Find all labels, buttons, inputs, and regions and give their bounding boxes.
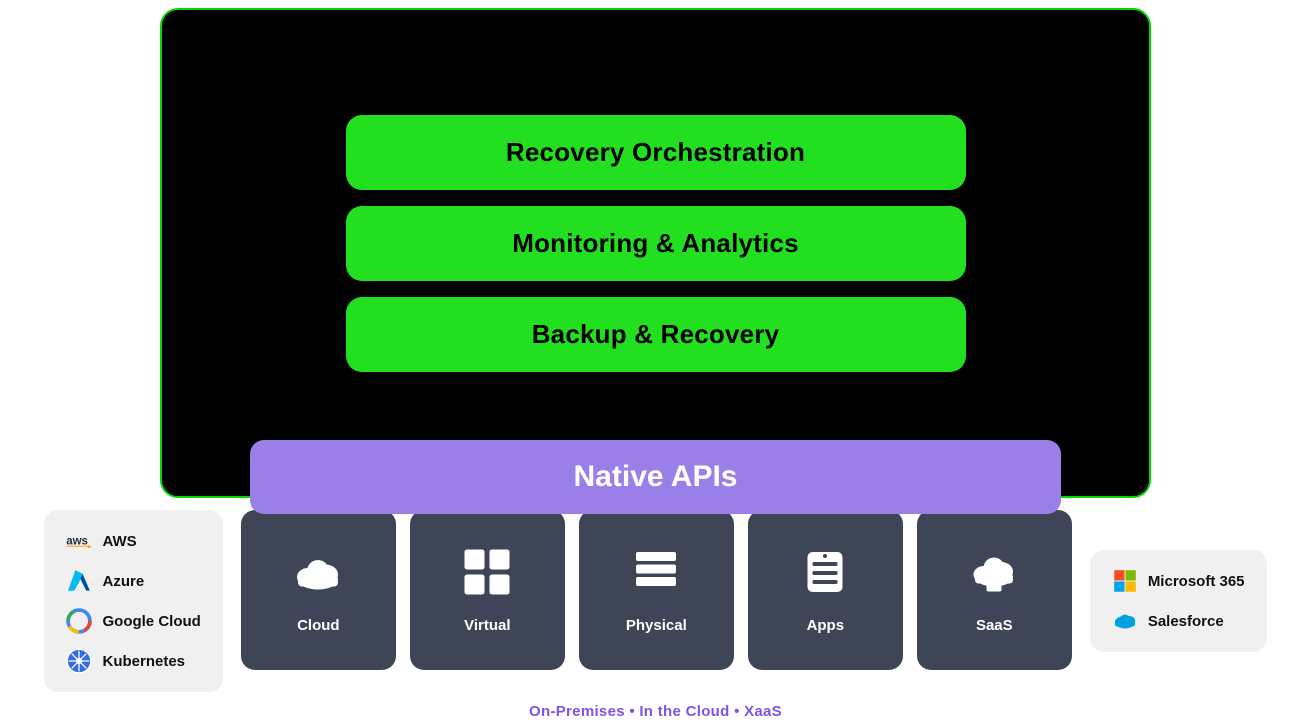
salesforce-row: Salesforce [1112, 608, 1245, 634]
physical-icon [631, 547, 681, 607]
main-container: Recovery Orchestration Monitoring & Anal… [0, 0, 1311, 728]
microsoft365-label: Microsoft 365 [1148, 573, 1245, 590]
aws-icon: aws [66, 528, 92, 554]
apps-tile: Apps [748, 510, 903, 670]
recovery-orchestration-label: Recovery Orchestration [506, 137, 805, 167]
virtual-label: Virtual [464, 617, 510, 634]
azure-label: Azure [102, 573, 144, 590]
kubernetes-row: Kubernetes [66, 648, 200, 674]
microsoft365-icon [1112, 568, 1138, 594]
tiles-row: Cloud Virtual [241, 510, 1072, 670]
aws-label: AWS [102, 533, 136, 550]
left-providers-panel: aws AWS Azure [44, 510, 222, 692]
physical-label: Physical [626, 617, 687, 634]
backup-recovery-pill: Backup & Recovery [346, 297, 966, 372]
google-cloud-row: Google Cloud [66, 608, 200, 634]
apps-label: Apps [807, 617, 845, 634]
right-partners-panel: Microsoft 365 Salesforce [1090, 550, 1267, 652]
apps-icon [800, 547, 850, 607]
footer-text-label: On-Premises • In the Cloud • XaaS [529, 703, 782, 720]
virtual-tile: Virtual [410, 510, 565, 670]
kubernetes-label: Kubernetes [102, 653, 185, 670]
bottom-section: aws AWS Azure [0, 510, 1311, 692]
aws-row: aws AWS [66, 528, 200, 554]
physical-tile: Physical [579, 510, 734, 670]
saas-icon [969, 547, 1019, 607]
virtual-icon [462, 547, 512, 607]
salesforce-icon [1112, 608, 1138, 634]
azure-icon [66, 568, 92, 594]
salesforce-label: Salesforce [1148, 613, 1224, 630]
google-cloud-icon [66, 608, 92, 634]
monitoring-analytics-pill: Monitoring & Analytics [346, 206, 966, 281]
recovery-orchestration-pill: Recovery Orchestration [346, 115, 966, 190]
svg-text:aws: aws [67, 536, 89, 548]
saas-tile: SaaS [917, 510, 1072, 670]
cloud-icon [293, 547, 343, 607]
cloud-tile: Cloud [241, 510, 396, 670]
platform-box: Recovery Orchestration Monitoring & Anal… [160, 8, 1151, 498]
microsoft365-row: Microsoft 365 [1112, 568, 1245, 594]
kubernetes-icon [66, 648, 92, 674]
saas-label: SaaS [976, 617, 1013, 634]
cloud-label: Cloud [297, 617, 340, 634]
azure-row: Azure [66, 568, 200, 594]
native-apis-label: Native APIs [574, 460, 738, 493]
backup-recovery-label: Backup & Recovery [532, 319, 780, 349]
monitoring-analytics-label: Monitoring & Analytics [512, 228, 799, 258]
footer-deployment-options: On-Premises • In the Cloud • XaaS [0, 703, 1311, 720]
google-cloud-label: Google Cloud [102, 613, 200, 630]
native-apis-bar: Native APIs [250, 440, 1061, 514]
